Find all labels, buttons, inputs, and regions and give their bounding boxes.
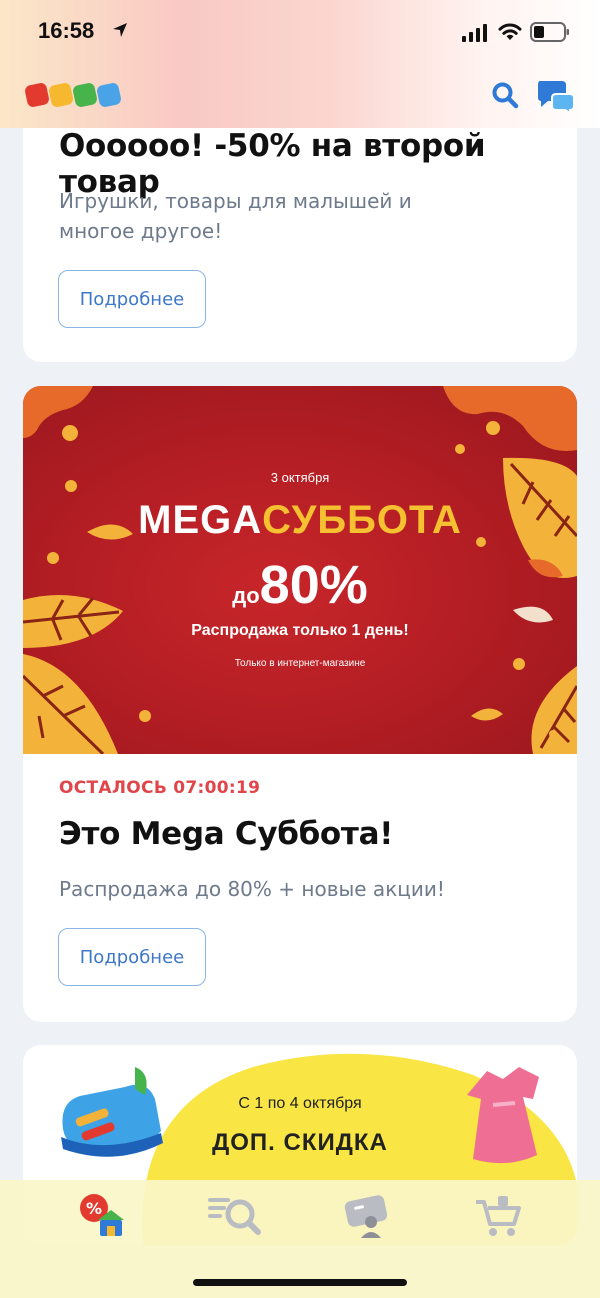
promo-card-mega-saturday[interactable]: 3 октября MEGAСУББОТА до80% Распродажа т…	[23, 386, 577, 1022]
tab-promotions[interactable]: %	[78, 1192, 126, 1240]
promo-title: Это Mega Суббота!	[59, 816, 394, 852]
tab-cart[interactable]	[474, 1192, 522, 1240]
chat-icon[interactable]	[536, 78, 576, 114]
details-button[interactable]: Подробнее	[58, 928, 206, 986]
mega-saturday-banner[interactable]: 3 октября MEGAСУББОТА до80% Распродажа т…	[23, 386, 577, 754]
banner-discount: до80%	[23, 554, 577, 616]
status-time: 16:58	[38, 18, 95, 43]
wifi-icon	[498, 23, 522, 40]
promo-subtitle: Игрушки, товары для малышей и многое дру…	[59, 189, 412, 243]
cellular-signal-icon	[462, 24, 487, 42]
promo-subtitle: Распродажа до 80% + новые акции!	[59, 877, 445, 901]
location-arrow-icon	[113, 23, 127, 37]
battery-icon	[530, 22, 569, 42]
banner-title: ДОП. СКИДКА	[212, 1129, 388, 1156]
banner-note: Только в интернет-магазине	[234, 658, 366, 669]
banner-sale-line: Распродажа только 1 день!	[191, 622, 409, 639]
dress-illustration-icon	[467, 1067, 539, 1164]
banner-discount-prefix: до	[232, 583, 260, 608]
tab-profile[interactable]	[344, 1192, 392, 1240]
svg-text:%: %	[86, 1199, 102, 1218]
banner-date: С 1 по 4 октября	[238, 1095, 362, 1112]
percent-store-icon: %	[80, 1194, 124, 1236]
banner-date: 3 октября	[270, 470, 330, 485]
catalog-search-icon	[208, 1198, 261, 1235]
promo-card-second-item[interactable]: Оооооо! -50% на второй товар Игрушки, то…	[23, 90, 577, 362]
cart-icon	[476, 1196, 521, 1236]
banner-headline-mega: MEGA	[138, 498, 263, 542]
top-bar: 16:58	[0, 0, 600, 128]
app-logo[interactable]	[23, 81, 126, 109]
banner-headline: MEGAСУББОТА	[23, 498, 577, 543]
profile-card-icon	[344, 1195, 388, 1238]
banner-discount-value: 80%	[259, 555, 368, 615]
search-icon[interactable]	[490, 80, 520, 110]
banner-headline-saturday: СУББОТА	[262, 498, 462, 542]
details-button[interactable]: Подробнее	[58, 270, 206, 328]
tab-catalog-search[interactable]	[208, 1192, 261, 1240]
home-indicator[interactable]	[193, 1279, 407, 1286]
countdown-timer: ОСТАЛОСЬ 07:00:19	[59, 778, 261, 798]
